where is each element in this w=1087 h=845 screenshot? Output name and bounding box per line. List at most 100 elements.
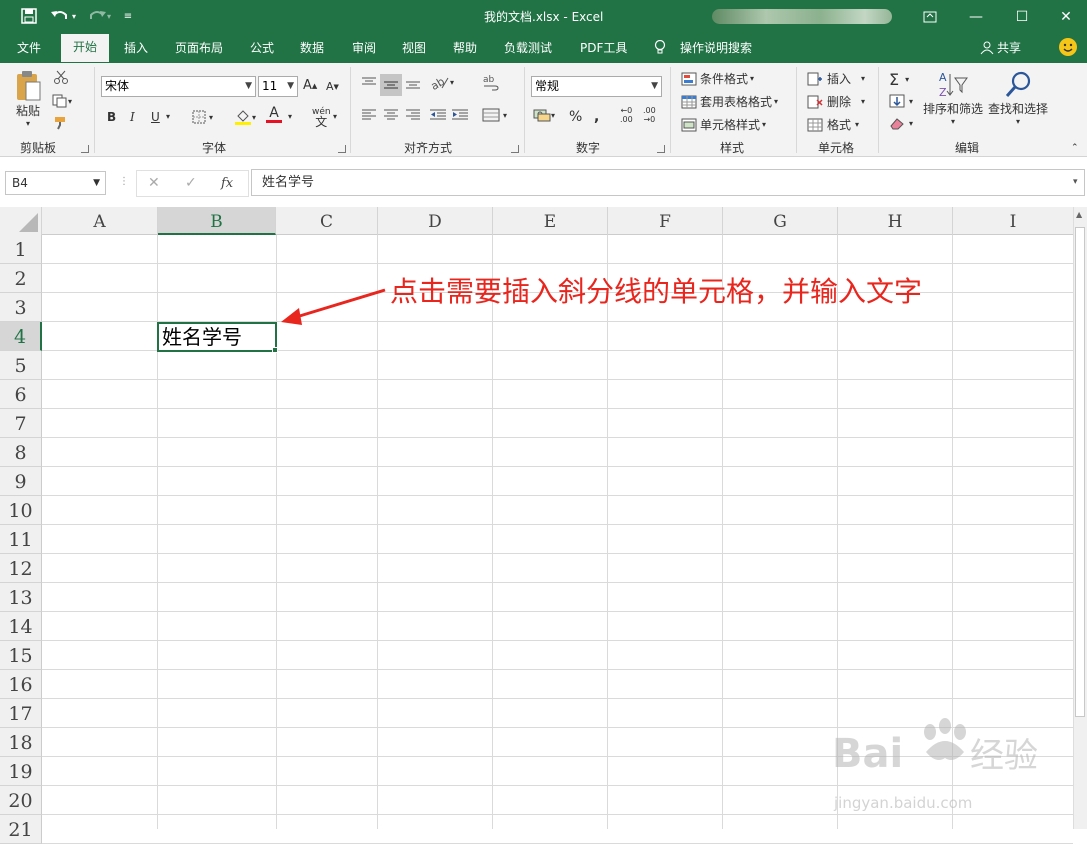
- scrollbar-thumb[interactable]: [1075, 227, 1085, 717]
- fill-color-icon[interactable]: ▾: [234, 108, 256, 126]
- row-header-13[interactable]: 13: [0, 583, 42, 612]
- account-area[interactable]: [712, 9, 892, 24]
- column-header-d[interactable]: D: [378, 207, 493, 235]
- chevron-down-icon[interactable]: ▾: [166, 112, 170, 121]
- wrap-text-icon[interactable]: ab: [483, 74, 499, 92]
- tab-page-layout[interactable]: 页面布局: [175, 39, 223, 56]
- row-header-10[interactable]: 10: [0, 496, 42, 525]
- minimize-icon[interactable]: —: [953, 0, 999, 33]
- row-header-16[interactable]: 16: [0, 670, 42, 699]
- increase-font-icon[interactable]: A ▲: [303, 78, 317, 93]
- tab-load-test[interactable]: 负载测试: [504, 39, 552, 56]
- italic-button[interactable]: I: [130, 110, 135, 124]
- row-header-5[interactable]: 5: [0, 351, 42, 380]
- merge-center-icon[interactable]: ▾: [482, 108, 507, 122]
- row-header-21[interactable]: 21: [0, 815, 42, 844]
- formula-bar-handle-icon[interactable]: ⋮: [119, 176, 129, 187]
- row-header-14[interactable]: 14: [0, 612, 42, 641]
- scroll-up-icon[interactable]: ▲: [1076, 210, 1082, 219]
- tab-formulas[interactable]: 公式: [250, 39, 274, 56]
- font-launcher-icon[interactable]: [338, 145, 346, 153]
- number-format-select[interactable]: 常规 ▼: [531, 76, 662, 97]
- formula-input[interactable]: 姓名学号: [251, 169, 1085, 196]
- clear-icon[interactable]: ▾: [889, 116, 913, 130]
- insert-function-button[interactable]: fx: [221, 176, 233, 191]
- cancel-icon[interactable]: ✕: [148, 175, 160, 191]
- phonetic-icon[interactable]: wén 文: [312, 107, 331, 128]
- format-as-table-button[interactable]: 套用表格格式 ▾: [681, 93, 778, 110]
- tab-file[interactable]: 文件: [17, 39, 41, 56]
- font-name-select[interactable]: 宋体 ▼: [101, 76, 256, 97]
- clipboard-launcher-icon[interactable]: [81, 145, 89, 153]
- conditional-formatting-button[interactable]: 条件格式 ▾: [681, 70, 754, 87]
- row-header-1[interactable]: 1: [0, 235, 42, 264]
- align-top-icon[interactable]: [361, 76, 377, 90]
- chevron-down-icon[interactable]: ▾: [333, 112, 337, 121]
- row-header-8[interactable]: 8: [0, 438, 42, 467]
- copy-icon[interactable]: ▾: [52, 94, 72, 108]
- tab-pdf-tools[interactable]: PDF工具: [580, 39, 627, 56]
- decrease-decimal-icon[interactable]: .00 →0: [643, 106, 656, 124]
- customize-icon[interactable]: ≡: [120, 6, 136, 26]
- sort-filter-button[interactable]: AZ 排序和筛选 ▾: [923, 70, 983, 126]
- row-header-2[interactable]: 2: [0, 264, 42, 293]
- row-header-12[interactable]: 12: [0, 554, 42, 583]
- row-header-6[interactable]: 6: [0, 380, 42, 409]
- accounting-format-icon[interactable]: ▾: [533, 108, 555, 122]
- column-header-g[interactable]: G: [723, 207, 838, 235]
- column-header-c[interactable]: C: [276, 207, 378, 235]
- row-header-3[interactable]: 3: [0, 293, 42, 322]
- insert-cells-button[interactable]: 插入 ▾: [807, 70, 865, 87]
- align-center-icon[interactable]: [383, 108, 399, 122]
- autosum-icon[interactable]: Σ ▾: [889, 70, 909, 89]
- name-box[interactable]: B4 ▼: [5, 171, 106, 195]
- row-header-11[interactable]: 11: [0, 525, 42, 554]
- column-header-a[interactable]: A: [42, 207, 158, 235]
- align-right-icon[interactable]: [405, 108, 421, 122]
- decrease-font-icon[interactable]: A ▼: [326, 80, 339, 93]
- row-header-17[interactable]: 17: [0, 699, 42, 728]
- bold-button[interactable]: B: [107, 110, 116, 124]
- percent-button[interactable]: %: [569, 109, 582, 125]
- redo-icon[interactable]: ▾: [84, 6, 114, 26]
- row-header-7[interactable]: 7: [0, 409, 42, 438]
- paste-button[interactable]: 粘贴 ▾: [14, 70, 42, 128]
- fill-icon[interactable]: ▾: [889, 94, 913, 108]
- format-cells-button[interactable]: 格式 ▾: [807, 116, 859, 133]
- number-launcher-icon[interactable]: [657, 145, 665, 153]
- cut-icon[interactable]: [54, 70, 68, 84]
- column-header-i[interactable]: I: [953, 207, 1073, 235]
- selected-cell-b4[interactable]: 姓名学号: [157, 322, 277, 352]
- format-painter-icon[interactable]: [54, 116, 68, 130]
- select-all-button[interactable]: [0, 207, 42, 235]
- collapse-ribbon-icon[interactable]: ⌃: [1071, 143, 1079, 153]
- column-header-h[interactable]: H: [838, 207, 953, 235]
- ribbon-display-icon[interactable]: [907, 0, 953, 33]
- row-header-19[interactable]: 19: [0, 757, 42, 786]
- underline-button[interactable]: U: [151, 110, 160, 124]
- chevron-down-icon[interactable]: ▾: [288, 112, 292, 121]
- cell-styles-button[interactable]: 单元格样式 ▾: [681, 116, 766, 133]
- font-color-icon[interactable]: A: [266, 106, 282, 123]
- borders-icon[interactable]: ▾: [192, 110, 213, 124]
- maximize-icon[interactable]: ☐: [999, 0, 1045, 33]
- column-header-b[interactable]: B: [158, 207, 276, 235]
- row-header-15[interactable]: 15: [0, 641, 42, 670]
- fill-handle[interactable]: [272, 347, 278, 353]
- decrease-indent-icon[interactable]: [429, 108, 447, 122]
- tab-home[interactable]: 开始: [61, 34, 109, 64]
- align-bottom-icon[interactable]: [405, 76, 421, 90]
- orientation-icon[interactable]: ab ▾: [430, 74, 454, 90]
- align-middle-icon[interactable]: [380, 74, 402, 96]
- tab-review[interactable]: 审阅: [352, 39, 376, 56]
- row-header-20[interactable]: 20: [0, 786, 42, 815]
- tab-help[interactable]: 帮助: [453, 39, 477, 56]
- tell-me-search[interactable]: 操作说明搜索: [654, 39, 752, 56]
- find-select-button[interactable]: 查找和选择 ▾: [988, 70, 1048, 126]
- align-left-icon[interactable]: [361, 108, 377, 122]
- delete-cells-button[interactable]: 删除 ▾: [807, 93, 865, 110]
- row-header-4[interactable]: 4: [0, 322, 42, 351]
- row-header-9[interactable]: 9: [0, 467, 42, 496]
- font-size-select[interactable]: 11 ▼: [258, 76, 298, 97]
- tab-data[interactable]: 数据: [300, 39, 324, 56]
